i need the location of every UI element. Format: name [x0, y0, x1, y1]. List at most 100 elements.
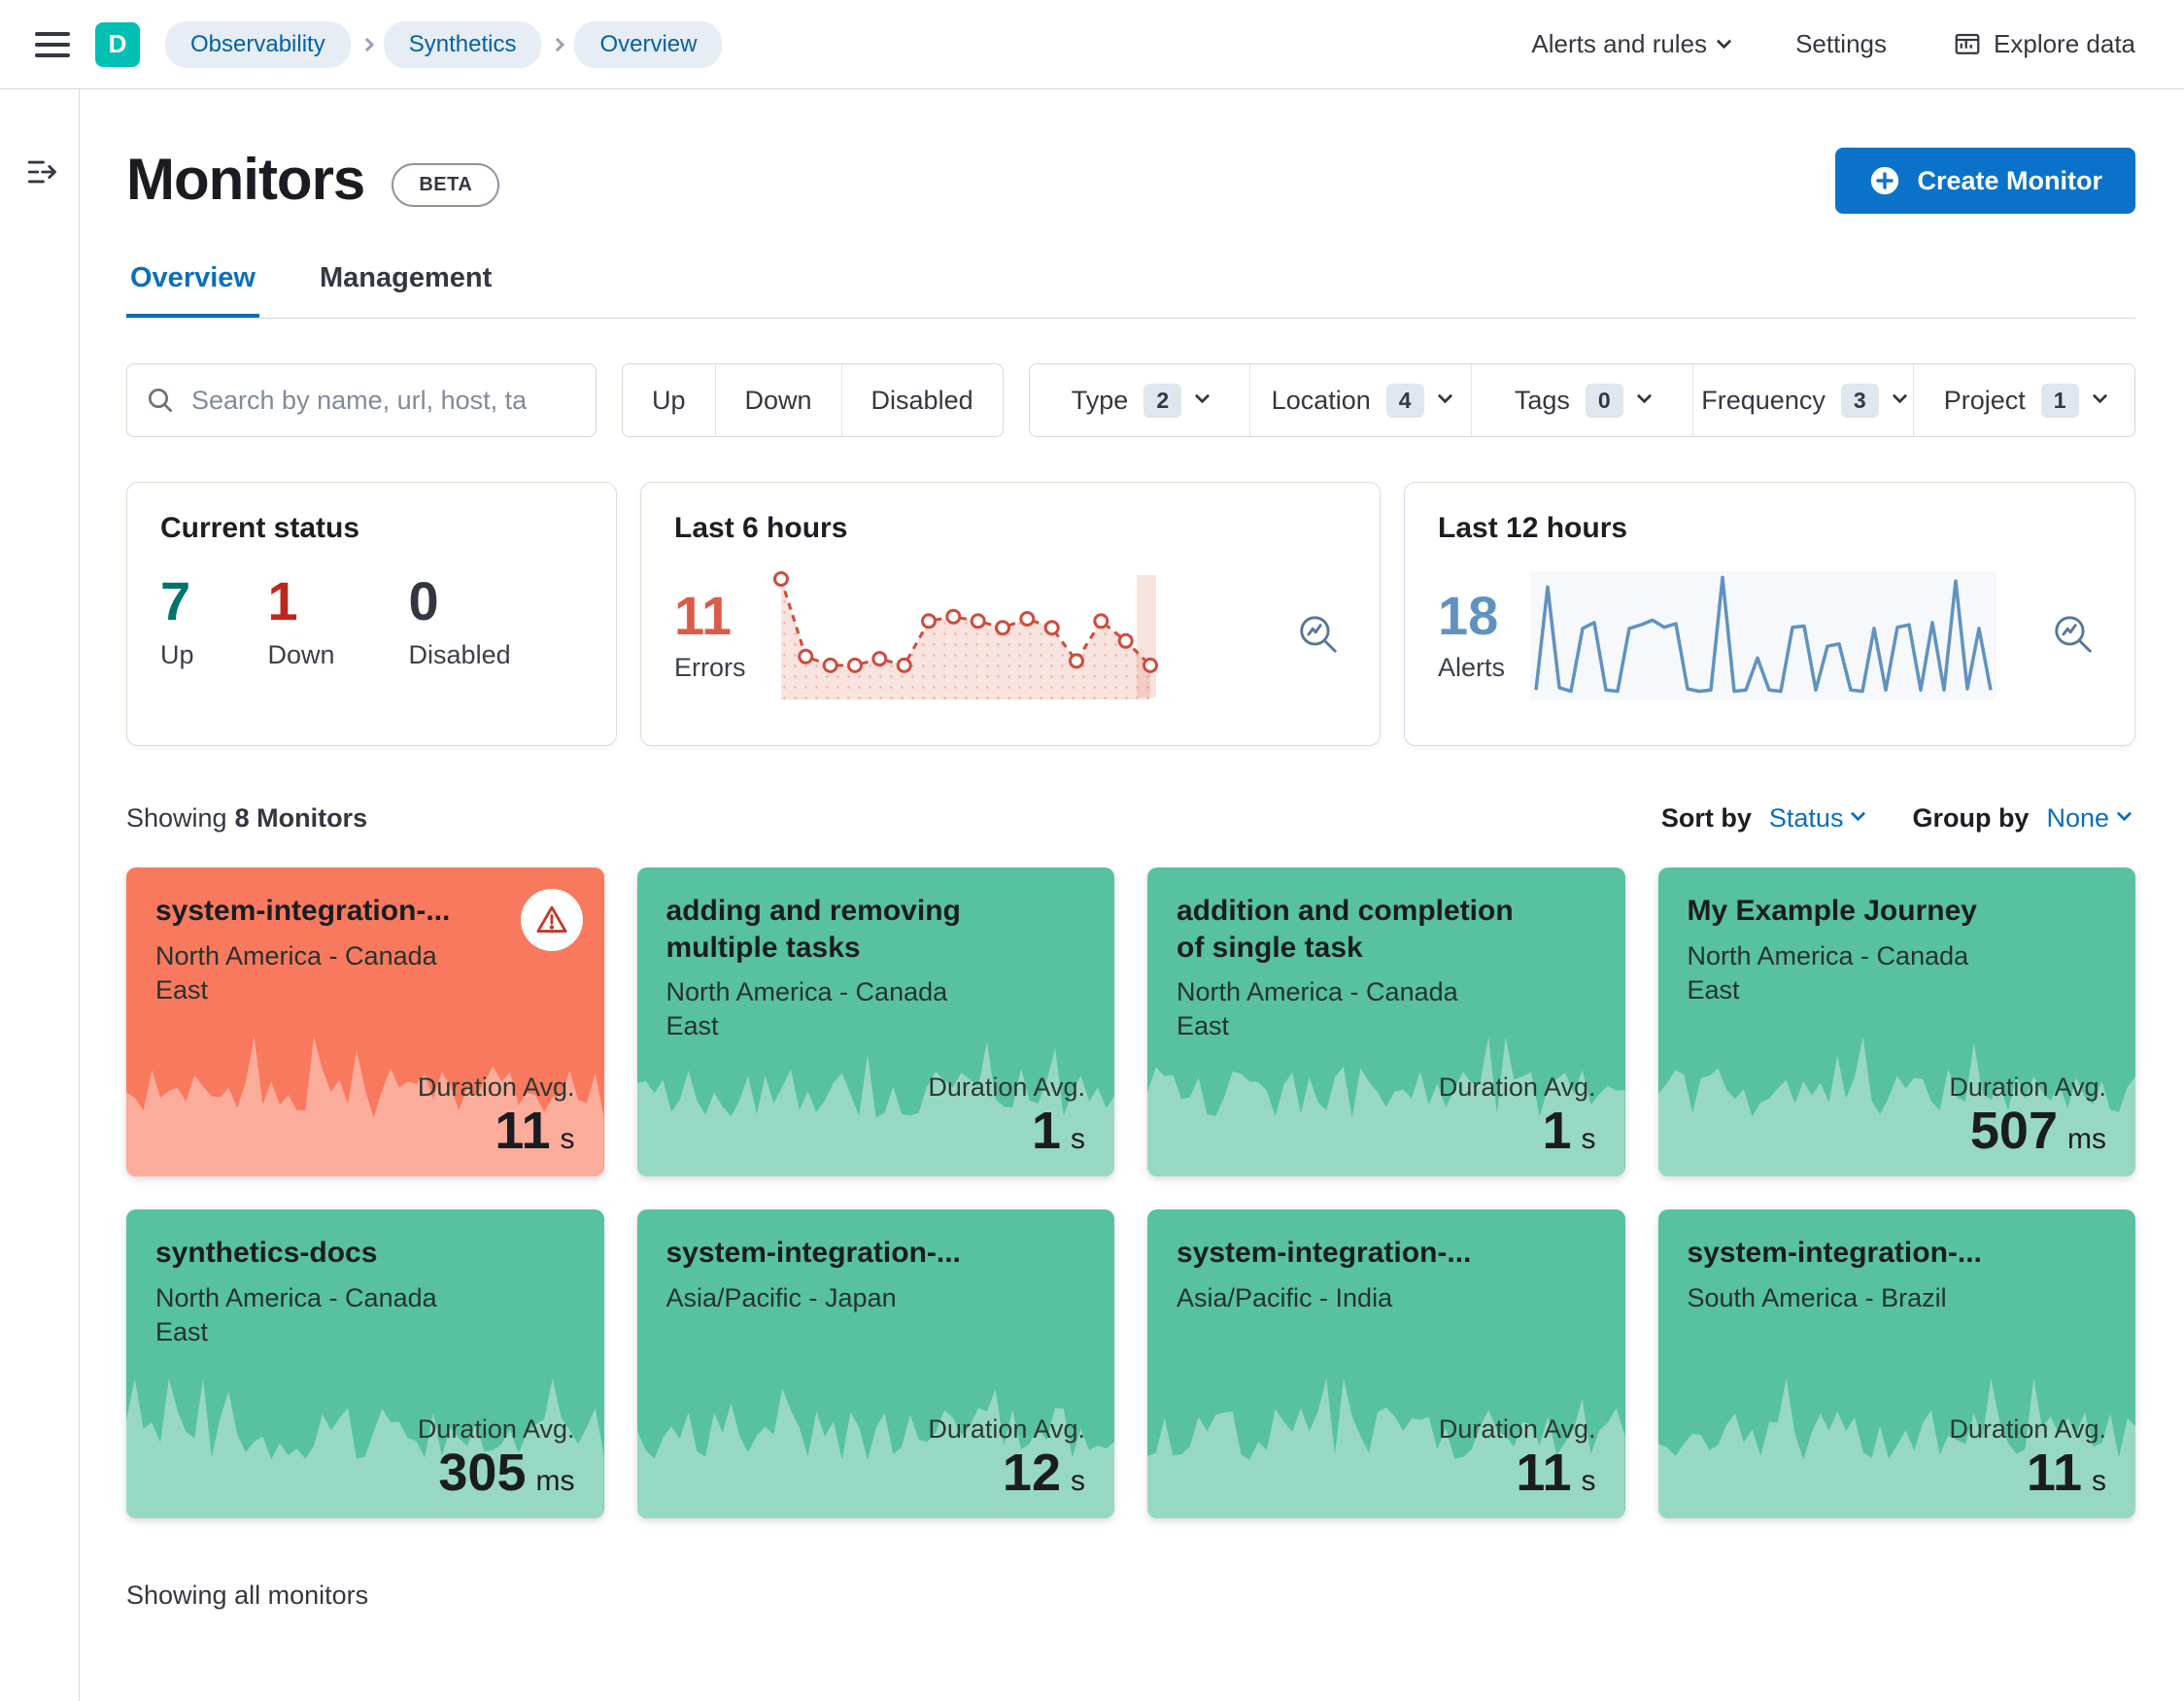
duration-avg-label: Duration Avg.	[1438, 1414, 1596, 1444]
monitor-name: system-integration-...	[1177, 1237, 1472, 1269]
status-count-up: 7 Up	[160, 570, 194, 670]
breadcrumb-separator-icon	[359, 37, 374, 51]
filter-project-button[interactable]: Project 1	[1913, 364, 2134, 436]
breadcrumb-item-synthetics[interactable]: Synthetics	[383, 20, 542, 68]
overview-stats: Current status 7 Up 1 Down 0 Disabled Last 6 …	[126, 482, 2135, 746]
errors-stat: 11 Errors	[674, 588, 746, 683]
group-by-select[interactable]: None	[2040, 802, 2135, 834]
duration-avg-label: Duration Avg.	[1949, 1072, 2106, 1102]
filter-count-badge: 2	[1143, 383, 1182, 418]
duration-value: 1	[1031, 1102, 1061, 1160]
filter-tags-button[interactable]: Tags 0	[1470, 364, 1692, 436]
plus-in-circle-icon	[1871, 166, 1899, 195]
search-input[interactable]	[189, 384, 578, 417]
last-12-hours-title: Last 12 hours	[1438, 512, 1628, 544]
duration-unit: s	[2092, 1465, 2106, 1497]
monitor-card[interactable]: adding and removing multiple tasks North…	[636, 868, 1114, 1176]
group-by-control: Group by None	[1912, 802, 2135, 834]
page-header: Monitors BETA Create Monitor	[126, 148, 2135, 214]
monitor-location: North America - Canada East	[1177, 977, 1458, 1041]
tabs: Overview Management	[126, 256, 2135, 319]
monitors-grid: system-integration-... North America - C…	[126, 868, 2135, 1518]
sort-by-select[interactable]: Status	[1763, 802, 1870, 834]
duration-value: 12	[1002, 1444, 1061, 1502]
duration-unit: ms	[2067, 1123, 2106, 1155]
chevron-down-icon	[1851, 805, 1866, 821]
duration-avg-label: Duration Avg.	[417, 1072, 575, 1102]
duration-avg-label: Duration Avg.	[417, 1414, 575, 1444]
topbar-actions: Alerts and rules Settings Explore data	[1525, 28, 2141, 60]
deployment-badge[interactable]: D	[95, 21, 140, 67]
monitor-card[interactable]: system-integration-... North America - C…	[126, 868, 604, 1176]
create-monitor-button[interactable]: Create Monitor	[1835, 148, 2135, 214]
filter-count-badge: 1	[2040, 383, 2079, 418]
monitor-location: North America - Canada East	[155, 1282, 437, 1346]
chevron-down-icon	[2116, 805, 2133, 821]
chart-board-icon	[1955, 33, 1980, 54]
duration-value: 11	[2026, 1444, 2082, 1502]
filter-up-button[interactable]: Up	[623, 364, 715, 436]
monitor-card[interactable]: synthetics-docs North America - Canada E…	[126, 1209, 604, 1518]
magnifier-chart-icon	[2055, 615, 2092, 653]
magnifier-chart-icon	[1300, 615, 1337, 653]
status-count-disabled: 0 Disabled	[408, 570, 511, 670]
duration-value: 507	[1969, 1102, 2058, 1160]
monitor-location: Asia/Pacific - Japan	[665, 1282, 897, 1312]
monitor-card[interactable]: My Example Journey North America - Canad…	[1657, 868, 2135, 1176]
tab-management[interactable]: Management	[316, 256, 495, 318]
expand-sidebar-button[interactable]	[21, 152, 62, 195]
duration-unit: s	[1581, 1123, 1596, 1155]
duration-value: 11	[495, 1102, 551, 1160]
errors-sparkline-chart	[772, 571, 1158, 699]
filter-disabled-button[interactable]: Disabled	[840, 364, 1003, 436]
monitor-alert-badge[interactable]	[520, 889, 583, 951]
filter-count-badge: 4	[1385, 383, 1424, 418]
monitor-card[interactable]: addition and completion of single task N…	[1147, 868, 1625, 1176]
beta-badge: BETA	[392, 163, 500, 207]
monitor-location: North America - Canada East	[1687, 940, 1969, 1004]
monitor-name: addition and completion of single task	[1177, 895, 1514, 964]
breadcrumb-item-observability[interactable]: Observability	[165, 20, 351, 68]
monitor-duration: Duration Avg. 11 s	[418, 1072, 575, 1157]
monitor-duration: Duration Avg. 305 ms	[418, 1414, 575, 1499]
tab-overview[interactable]: Overview	[126, 256, 259, 318]
alerts-stat: 18 Alerts	[1438, 588, 1505, 683]
inspect-errors-button[interactable]	[1290, 606, 1347, 665]
menu-right-icon	[27, 160, 56, 184]
last-6-hours-title: Last 6 hours	[674, 512, 848, 544]
chevron-down-icon	[2092, 388, 2107, 403]
search-icon	[149, 389, 172, 412]
inspect-alerts-button[interactable]	[2045, 606, 2101, 665]
alerts-and-rules-label: Alerts and rules	[1531, 29, 1708, 58]
filter-count-badge: 0	[1585, 383, 1623, 418]
chevron-down-icon	[1437, 388, 1452, 403]
chevron-down-icon	[1892, 388, 1907, 403]
duration-value: 11	[1516, 1444, 1572, 1502]
explore-data-label: Explore data	[1994, 29, 2135, 58]
menu-icon[interactable]	[27, 19, 78, 70]
filter-label: Frequency	[1701, 385, 1826, 415]
filter-bar: UpDownDisabled Type 2 Location 4 Tags 0 Freque…	[126, 363, 2135, 437]
breadcrumb-separator-icon	[551, 37, 565, 51]
chevron-down-icon	[1716, 33, 1732, 50]
breadcrumb-item-overview[interactable]: Overview	[574, 20, 723, 68]
duration-unit: s	[560, 1123, 575, 1155]
filter-label: Type	[1071, 385, 1129, 415]
collapsed-sidebar	[0, 89, 80, 1701]
monitor-card[interactable]: system-integration-... Asia/Pacific - In…	[1147, 1209, 1625, 1518]
filter-label: Location	[1271, 385, 1371, 415]
settings-link[interactable]: Settings	[1790, 28, 1893, 60]
explore-data-link[interactable]: Explore data	[1947, 28, 2141, 60]
alerts-and-rules-menu[interactable]: Alerts and rules	[1525, 28, 1735, 60]
monitor-duration: Duration Avg. 11 s	[1439, 1414, 1596, 1499]
filter-down-button[interactable]: Down	[714, 364, 841, 436]
current-status-card: Current status 7 Up 1 Down 0 Disabled	[126, 482, 617, 746]
monitor-card[interactable]: system-integration-... South America - B…	[1657, 1209, 2135, 1518]
filter-frequency-button[interactable]: Frequency 3	[1691, 364, 1914, 436]
duration-unit: s	[1071, 1123, 1085, 1155]
last-6-hours-card: Last 6 hours 11 Errors	[640, 482, 1381, 746]
footer-note: Showing all monitors	[126, 1581, 369, 1610]
monitor-card[interactable]: system-integration-... Asia/Pacific - Ja…	[636, 1209, 1114, 1518]
filter-location-button[interactable]: Location 4	[1249, 364, 1471, 436]
filter-type-button[interactable]: Type 2	[1029, 364, 1250, 436]
